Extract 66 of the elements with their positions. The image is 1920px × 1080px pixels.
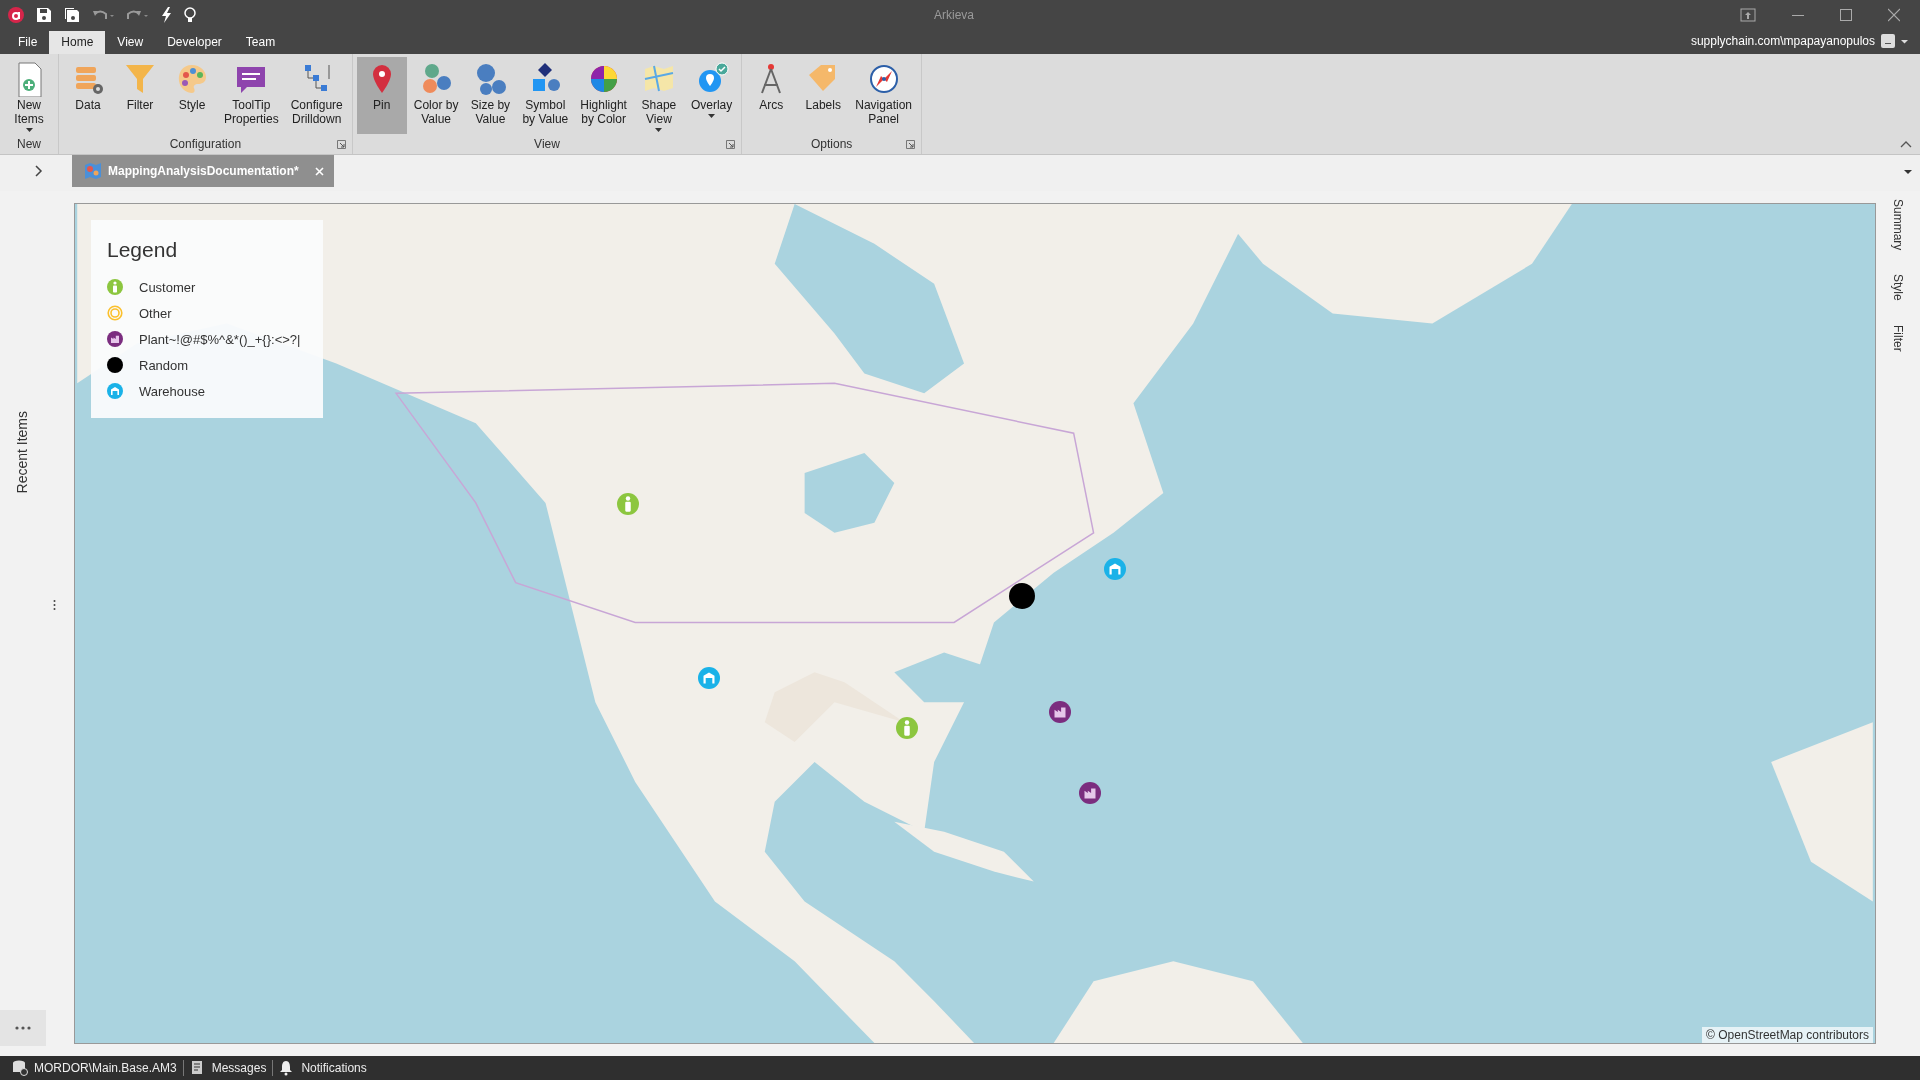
side-panel-tab[interactable]: Recent Items bbox=[14, 411, 30, 494]
ribbon-button[interactable]: ToolTip Properties bbox=[219, 57, 284, 134]
close-icon[interactable] bbox=[1888, 7, 1900, 23]
ribbon-display-icon[interactable] bbox=[1740, 7, 1756, 23]
ribbon-button[interactable]: Filter bbox=[115, 57, 165, 134]
lightbulb-icon[interactable] bbox=[184, 7, 196, 23]
status-item[interactable]: Messages bbox=[183, 1060, 273, 1076]
ribbon-button[interactable]: Labels bbox=[798, 57, 849, 134]
attribution-text: © OpenStreetMap contributors bbox=[1702, 1027, 1873, 1043]
menu-tab[interactable]: View bbox=[105, 31, 156, 54]
group-label: View bbox=[534, 137, 560, 151]
legend-label: Plant~!@#$%^&*()_+{}:<>?| bbox=[139, 331, 301, 347]
legend-symbol-icon bbox=[107, 279, 123, 295]
more-icon bbox=[15, 1026, 31, 1030]
legend-symbol-icon bbox=[107, 305, 123, 321]
menu-tab[interactable]: Home bbox=[49, 31, 106, 54]
legend-label: Other bbox=[139, 305, 172, 321]
ribbon-button[interactable]: Shape View bbox=[633, 57, 684, 134]
ribbon-button[interactable]: Data bbox=[63, 57, 113, 134]
legend-symbol-icon bbox=[107, 331, 123, 347]
legend-label: Customer bbox=[139, 279, 196, 295]
grip-icon[interactable] bbox=[53, 599, 56, 611]
app-logo-icon[interactable] bbox=[8, 7, 24, 23]
ribbon-button[interactable]: Highlight by Color bbox=[575, 57, 632, 134]
menu-tab[interactable]: Developer bbox=[155, 31, 234, 54]
maximize-icon[interactable] bbox=[1840, 7, 1852, 23]
group-label: New bbox=[17, 137, 41, 151]
ribbon-button[interactable]: Pin bbox=[356, 57, 407, 134]
collapse-ribbon-icon[interactable] bbox=[1900, 140, 1912, 148]
save-all-icon[interactable] bbox=[64, 7, 80, 23]
ribbon-button[interactable]: Symbol by Value bbox=[517, 57, 574, 134]
ribbon-button[interactable]: Color by Value bbox=[408, 57, 464, 134]
menu-tab[interactable]: Team bbox=[233, 31, 288, 54]
side-panel-tab[interactable]: Filter bbox=[1891, 325, 1905, 352]
database-icon bbox=[12, 1060, 28, 1076]
legend-title: Legend bbox=[107, 238, 179, 262]
legend-symbol-icon bbox=[107, 357, 123, 373]
legend-symbol-icon bbox=[107, 383, 123, 399]
expand-chevron-icon[interactable] bbox=[34, 165, 44, 177]
dialog-launcher-icon[interactable] bbox=[906, 140, 915, 149]
group-label: Options bbox=[810, 137, 853, 151]
dialog-launcher-icon[interactable] bbox=[336, 140, 346, 149]
side-panel-tab[interactable]: Summary bbox=[1891, 199, 1905, 251]
map-document-icon bbox=[84, 162, 102, 180]
map-pin[interactable] bbox=[1008, 582, 1035, 609]
dialog-launcher-icon[interactable] bbox=[726, 140, 736, 149]
legend-label: Random bbox=[139, 357, 189, 373]
user-name[interactable]: supplychain.com\mpapayanopulos bbox=[1690, 34, 1875, 48]
ribbon-button[interactable]: Overlay bbox=[685, 57, 738, 134]
save-icon[interactable] bbox=[36, 7, 52, 23]
caret-icon[interactable] bbox=[1904, 169, 1912, 175]
ribbon-button[interactable]: Size by Value bbox=[465, 57, 516, 134]
lightning-icon[interactable] bbox=[160, 7, 172, 23]
status-item[interactable]: Notifications bbox=[273, 1060, 373, 1076]
side-panel-tab[interactable]: Style bbox=[1891, 274, 1905, 302]
status-item[interactable]: MORDOR\Main.Base.AM3 bbox=[6, 1060, 183, 1076]
ribbon-button[interactable]: Arcs bbox=[746, 57, 797, 134]
ribbon-button[interactable]: Style bbox=[167, 57, 217, 134]
window-title: Arkieva bbox=[934, 8, 974, 22]
ribbon-button[interactable]: New Items bbox=[4, 57, 54, 134]
ribbon-button[interactable]: Configure Drilldown bbox=[285, 57, 348, 134]
ribbon-button[interactable]: Navigation Panel bbox=[850, 57, 917, 134]
menu-tab[interactable]: File bbox=[6, 31, 50, 54]
legend-label: Warehouse bbox=[139, 383, 205, 399]
group-label: Configuration bbox=[169, 137, 242, 151]
avatar-icon[interactable] bbox=[1881, 34, 1895, 48]
